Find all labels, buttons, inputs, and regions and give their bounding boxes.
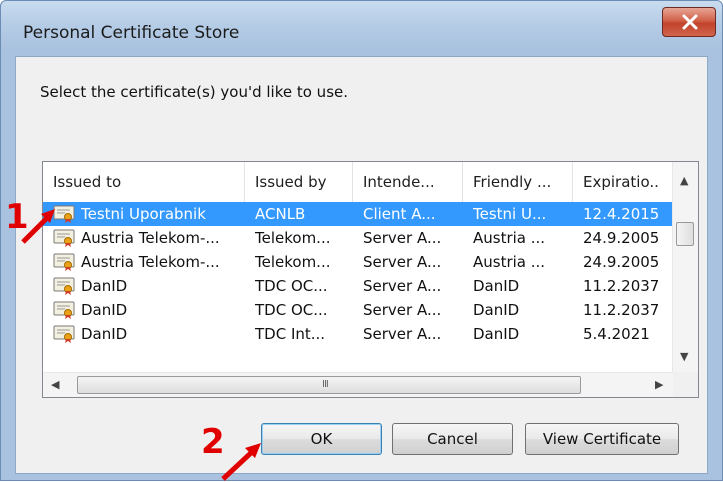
scroll-grip: III <box>322 379 329 390</box>
title-bar: Personal Certificate Store <box>1 1 722 63</box>
table-row[interactable]: DanID TDC Int... Server A... DanID 5.4.2021 <box>43 322 673 346</box>
cell-intended-purposes: Client A... <box>363 205 436 223</box>
horizontal-scroll-thumb[interactable]: III <box>77 376 581 394</box>
close-button[interactable] <box>662 7 716 37</box>
column-header-issued-by[interactable]: Issued by <box>245 162 353 202</box>
view-certificate-button[interactable]: View Certificate <box>525 423 679 455</box>
cell-intended-purposes: Server A... <box>363 229 442 247</box>
table-row[interactable]: DanID TDC OC... Server A... DanID 11.2.2037 <box>43 298 673 322</box>
cell-friendly-name: Austria ... <box>473 253 546 271</box>
cell-expiration: 24.9.2005 <box>583 229 660 247</box>
cell-issued-by: TDC Int... <box>255 325 326 343</box>
cell-expiration: 5.4.2021 <box>583 325 650 343</box>
cell-issued-to: DanID <box>81 301 128 319</box>
cell-friendly-name: DanID <box>473 277 520 295</box>
cell-issued-by: TDC OC... <box>255 301 328 319</box>
cell-intended-purposes: Server A... <box>363 277 442 295</box>
vertical-scroll-thumb[interactable] <box>676 222 694 246</box>
table-row[interactable]: Austria Telekom-... Telekom... Server A...… <box>43 250 673 274</box>
column-header-issued-to[interactable]: Issued to <box>43 162 245 202</box>
scroll-down-icon[interactable]: ▼ <box>680 350 688 363</box>
cell-expiration: 12.4.2015 <box>583 205 660 223</box>
cell-expiration: 24.9.2005 <box>583 253 660 271</box>
cell-issued-by: Telekom... <box>255 229 331 247</box>
cell-issued-to: DanID <box>81 325 128 343</box>
annotation-arrow-2 <box>221 443 261 481</box>
scrollbar-corner <box>673 372 698 397</box>
cell-issued-by: Telekom... <box>255 253 331 271</box>
cell-friendly-name: Testni U... <box>473 205 547 223</box>
dialog-client-area: Select the certificate(s) you'd like to … <box>15 56 708 474</box>
scroll-left-icon[interactable]: ◀ <box>51 378 59 391</box>
cell-intended-purposes: Server A... <box>363 301 442 319</box>
certificate-icon <box>53 325 75 343</box>
column-header-friendly-name[interactable]: Friendly ... <box>463 162 573 202</box>
annotation-arrow-1 <box>21 209 55 244</box>
cell-friendly-name: DanID <box>473 325 520 343</box>
cell-issued-by: ACNLB <box>255 205 306 223</box>
ok-button[interactable]: OK <box>261 423 382 455</box>
certificate-list[interactable]: Issued to Issued by Intende... Friendly … <box>42 161 699 398</box>
cell-expiration: 11.2.2037 <box>583 277 660 295</box>
cell-issued-to: DanID <box>81 277 128 295</box>
table-row[interactable]: Austria Telekom-... Telekom... Server A...… <box>43 226 673 250</box>
table-row[interactable]: Testni Uporabnik ACNLB Client A... Testni U… <box>43 202 673 226</box>
column-header-expiration[interactable]: Expiratio.. <box>573 162 673 202</box>
column-header-intended-purposes[interactable]: Intende... <box>353 162 463 202</box>
vertical-scrollbar[interactable]: ▲ ▼ <box>672 162 698 372</box>
list-header: Issued to Issued by Intende... Friendly … <box>43 162 673 202</box>
instruction-text: Select the certificate(s) you'd like to … <box>40 83 349 101</box>
cancel-button[interactable]: Cancel <box>392 423 513 455</box>
cell-friendly-name: DanID <box>473 301 520 319</box>
close-icon <box>682 14 698 30</box>
cell-issued-by: TDC OC... <box>255 277 328 295</box>
cell-issued-to: Austria Telekom-... <box>81 229 220 247</box>
cell-issued-to: Austria Telekom-... <box>81 253 220 271</box>
scroll-up-icon[interactable]: ▲ <box>680 174 688 187</box>
certificate-icon <box>53 277 75 295</box>
cell-intended-purposes: Server A... <box>363 325 442 343</box>
certificate-icon <box>53 301 75 319</box>
table-row[interactable]: DanID TDC OC... Server A... DanID 11.2.2037 <box>43 274 673 298</box>
cell-friendly-name: Austria ... <box>473 229 546 247</box>
cell-expiration: 11.2.2037 <box>583 301 660 319</box>
certificate-icon <box>53 253 75 271</box>
certificate-store-window: Personal Certificate Store Select the ce… <box>0 0 723 481</box>
cell-issued-to: Testni Uporabnik <box>81 205 206 223</box>
cell-intended-purposes: Server A... <box>363 253 442 271</box>
scroll-right-icon[interactable]: ▶ <box>655 378 663 391</box>
horizontal-scrollbar[interactable]: ◀ III ▶ <box>43 372 673 397</box>
window-title: Personal Certificate Store <box>23 23 240 43</box>
